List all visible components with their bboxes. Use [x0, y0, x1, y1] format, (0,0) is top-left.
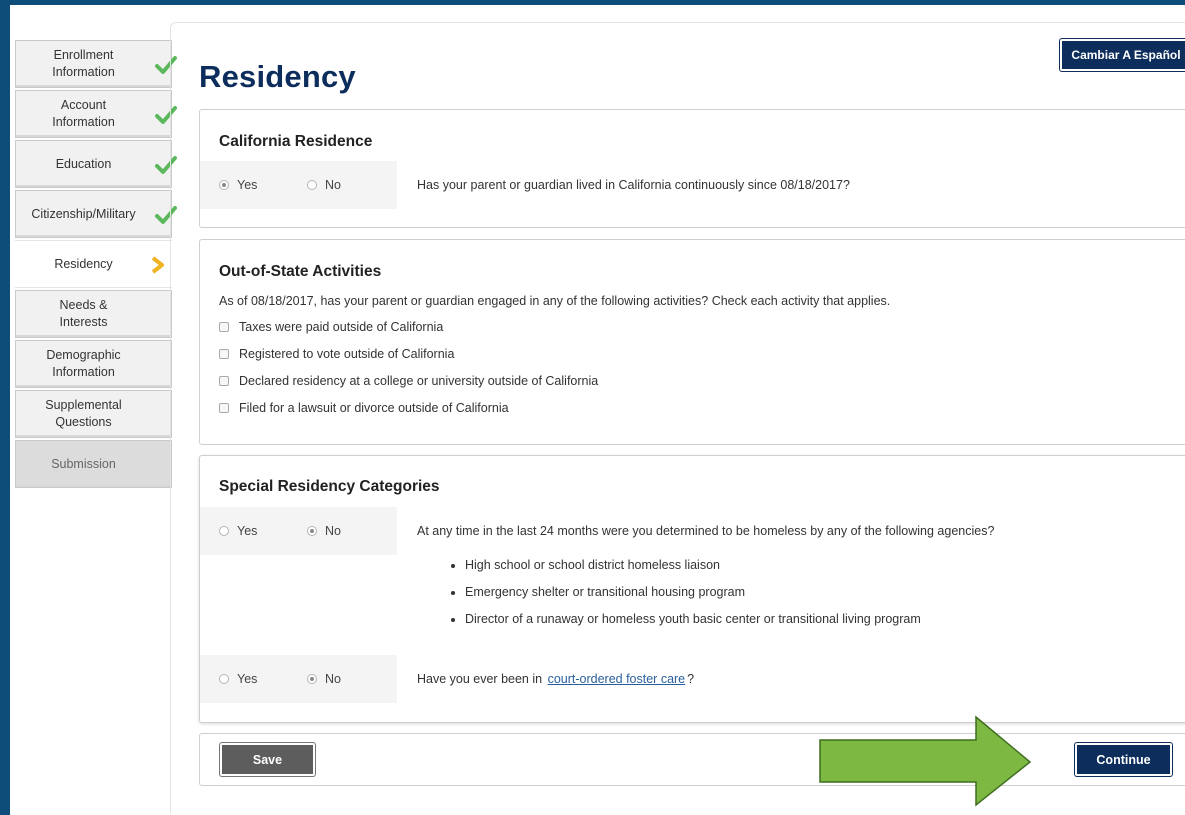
list-item: High school or school district homeless … [465, 558, 921, 585]
checkbox-label: Declared residency at a college or unive… [239, 374, 599, 388]
sidebar-item-needs-interests[interactable]: Needs & Interests [15, 290, 172, 338]
radio-label: No [325, 672, 341, 686]
sidebar-item-supplemental-questions[interactable]: Supplemental Questions [15, 390, 172, 438]
residence-radio-group: Yes No [200, 161, 397, 209]
sidebar-item-residency[interactable]: Residency [15, 240, 172, 288]
foster-question: Have you ever been in court-ordered fost… [417, 672, 694, 686]
checkbox-icon[interactable] [219, 349, 229, 359]
radio-label: Yes [237, 178, 258, 192]
continue-button[interactable]: Continue [1075, 743, 1172, 776]
sidebar-item-account-information[interactable]: Account Information [15, 90, 177, 138]
callout-arrow-icon [819, 715, 1032, 807]
nav-label: Residency [54, 256, 113, 271]
homeless-no-option[interactable]: No [307, 524, 341, 538]
main-content: Residency Cambiar A Español California R… [170, 22, 1185, 813]
radio-selected-icon[interactable] [307, 526, 317, 536]
checkbox-icon[interactable] [219, 403, 229, 413]
activity-checkbox-taxes[interactable]: Taxes were paid outside of California [219, 320, 443, 334]
activity-checkbox-lawsuit[interactable]: Filed for a lawsuit or divorce outside o… [219, 401, 509, 415]
activities-intro: As of 08/18/2017, has your parent or gua… [219, 294, 891, 308]
radio-icon[interactable] [219, 674, 229, 684]
radio-label: No [325, 178, 341, 192]
nav-label: Submission [51, 456, 116, 471]
nav-label-line: Needs & [59, 298, 108, 312]
homeless-yes-option[interactable]: Yes [219, 524, 257, 538]
checkbox-icon[interactable] [219, 322, 229, 332]
nav-label-line: Supplemental [45, 398, 122, 412]
special-residency-section: Special Residency Categories Yes No At a… [199, 455, 1185, 723]
sidebar-item-education[interactable]: Education [15, 140, 177, 188]
section-heading: Special Residency Categories [219, 478, 440, 495]
nav-label: Education [55, 156, 112, 171]
save-button[interactable]: Save [220, 743, 315, 776]
residence-no-option[interactable]: No [307, 178, 341, 192]
homeless-question: At any time in the last 24 months were y… [417, 524, 995, 538]
nav-label-line: Interests [59, 315, 108, 329]
foster-yes-option[interactable]: Yes [219, 672, 257, 686]
app-frame: Enrollment Information Account Information… [10, 5, 1185, 815]
checkbox-label: Taxes were paid outside of California [239, 320, 444, 334]
agency-list: High school or school district homeless … [448, 558, 921, 639]
out-of-state-activities-section: Out-of-State Activities As of 08/18/2017… [199, 239, 1185, 445]
radio-label: Yes [237, 672, 258, 686]
nav-label-line: Demographic [46, 348, 121, 362]
nav-label-line: Information [52, 365, 115, 379]
residence-question: Has your parent or guardian lived in Cal… [417, 178, 850, 192]
nav-label: Citizenship/Military [31, 206, 136, 221]
chevron-right-icon [151, 256, 164, 274]
sidebar-item-citizenship-military[interactable]: Citizenship/Military [15, 190, 177, 238]
step-navigation: Enrollment Information Account Information… [15, 40, 177, 490]
homeless-radio-group: Yes No [200, 507, 397, 555]
radio-label: No [325, 524, 341, 538]
radio-selected-icon[interactable] [307, 674, 317, 684]
language-toggle-button[interactable]: Cambiar A Español [1060, 39, 1185, 71]
checkbox-label: Filed for a lawsuit or divorce outside o… [239, 401, 509, 415]
radio-icon[interactable] [219, 526, 229, 536]
foster-no-option[interactable]: No [307, 672, 341, 686]
nav-label-line: Information [52, 65, 115, 79]
form-actions-bar: Save Continue [199, 733, 1185, 786]
radio-label: Yes [237, 524, 258, 538]
radio-selected-icon[interactable] [219, 180, 229, 190]
nav-label-line: Account [60, 98, 107, 112]
foster-question-text: Have you ever been in [417, 672, 543, 686]
sidebar-item-demographic-information[interactable]: Demographic Information [15, 340, 172, 388]
activity-checkbox-college-residency[interactable]: Declared residency at a college or unive… [219, 374, 598, 388]
california-residence-section: California Residence Yes No Has your par… [199, 109, 1185, 228]
sidebar-item-submission: Submission [15, 440, 172, 488]
foster-question-end: ? [687, 672, 695, 686]
checkbox-label: Registered to vote outside of California [239, 347, 455, 361]
foster-care-link[interactable]: court-ordered foster care [548, 672, 686, 686]
page-title: Residency [199, 59, 356, 94]
residence-yes-option[interactable]: Yes [219, 178, 257, 192]
sidebar-item-enrollment-information[interactable]: Enrollment Information [15, 40, 177, 88]
section-heading: Out-of-State Activities [219, 263, 382, 280]
section-heading: California Residence [219, 133, 373, 150]
radio-icon[interactable] [307, 180, 317, 190]
nav-label-line: Enrollment [53, 48, 114, 62]
activity-checkbox-vote[interactable]: Registered to vote outside of California [219, 347, 454, 361]
list-item: Director of a runaway or homeless youth … [465, 612, 921, 639]
list-item: Emergency shelter or transitional housin… [465, 585, 921, 612]
checkbox-icon[interactable] [219, 376, 229, 386]
nav-label-line: Information [52, 115, 115, 129]
nav-label-line: Questions [55, 415, 112, 429]
foster-radio-group: Yes No [200, 655, 397, 703]
